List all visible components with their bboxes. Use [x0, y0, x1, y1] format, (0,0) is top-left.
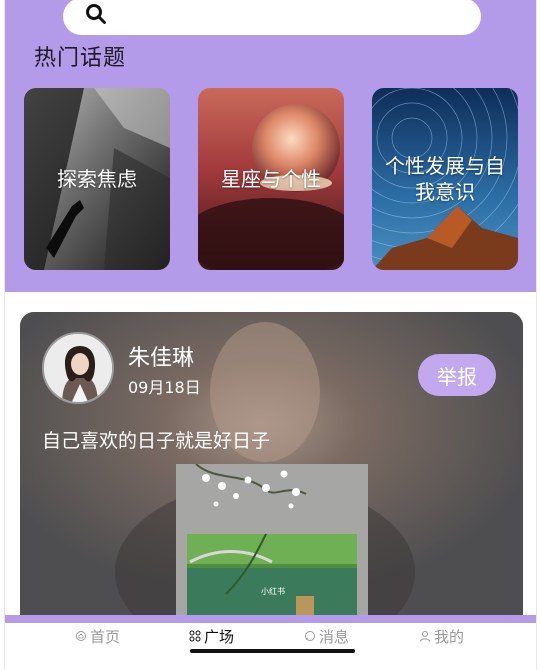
- home-indicator: [190, 649, 355, 653]
- search-icon: [86, 4, 106, 24]
- author-name: 朱佳琳: [128, 346, 195, 371]
- tab-messages[interactable]: 消息: [304, 625, 349, 647]
- tab-label: 首页: [90, 627, 121, 646]
- grid-icon: [189, 630, 201, 642]
- tab-label: 广场: [204, 627, 235, 646]
- report-button[interactable]: 举报: [418, 354, 496, 396]
- post-card[interactable]: 朱佳琳 09月18日 举报 自己喜欢的日子就是好日子 小红书: [20, 312, 523, 632]
- tab-label: 我的: [434, 627, 465, 646]
- header-area: 热门话题 探索焦虑 星座与个性 个性发展与自我意识: [5, 0, 536, 292]
- avatar[interactable]: [42, 332, 114, 404]
- tab-bar: 首页 广场 消息 我的: [5, 623, 536, 670]
- topic-label: 星座与个性: [221, 167, 321, 191]
- hot-topics-title: 热门话题: [34, 46, 127, 71]
- topic-card-self-awareness[interactable]: 个性发展与自我意识: [372, 88, 518, 270]
- search-bar[interactable]: [63, 0, 481, 35]
- user-icon: [420, 631, 430, 642]
- home-icon: [76, 631, 86, 641]
- app-screen: 热门话题 探索焦虑 星座与个性 个性发展与自我意识 朱佳琳 09月18日 举报 …: [4, 0, 537, 670]
- lake-flowers-illustration: 小红书: [176, 464, 368, 632]
- topic-label: 个性发展与自我意识: [385, 154, 505, 204]
- tab-label: 消息: [319, 627, 350, 646]
- tab-home[interactable]: 首页: [75, 625, 120, 647]
- tab-profile[interactable]: 我的: [419, 625, 464, 647]
- message-icon: [305, 631, 315, 641]
- post-text: 自己喜欢的日子就是好日子: [42, 430, 271, 452]
- image-watermark: 小红书: [261, 586, 285, 596]
- tabbar-accent-strip: [5, 615, 536, 623]
- topic-card-zodiac[interactable]: 星座与个性: [198, 88, 344, 270]
- post-date: 09月18日: [128, 378, 201, 397]
- topic-card-anxiety[interactable]: 探索焦虑: [24, 88, 170, 270]
- topic-label: 探索焦虑: [57, 167, 137, 191]
- tab-square[interactable]: 广场: [189, 625, 234, 647]
- post-image[interactable]: 小红书: [176, 464, 368, 632]
